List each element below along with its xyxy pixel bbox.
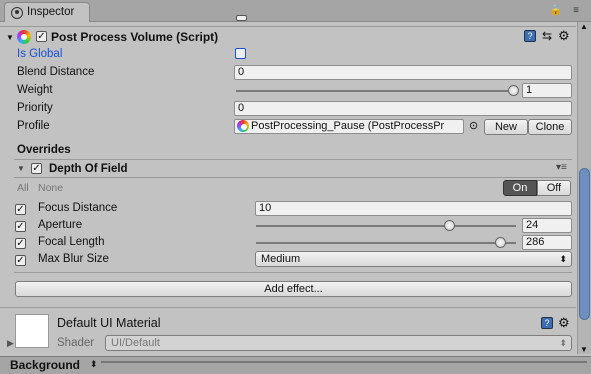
fold-arrow-icon[interactable]: ▼ — [6, 33, 14, 42]
blend-distance-field[interactable]: 0 — [234, 65, 572, 80]
off-button[interactable]: Off — [537, 180, 571, 196]
fold-arrow-icon[interactable]: ▼ — [17, 164, 25, 173]
lock-and-menu-icons[interactable]: 🔒 ≡ — [550, 5, 583, 16]
separator — [14, 272, 572, 273]
separator — [0, 26, 576, 27]
tab-inspector-label: Inspector — [27, 6, 75, 18]
component-title: Post Process Volume (Script) — [51, 30, 219, 44]
weight-field[interactable]: 1 — [522, 83, 572, 98]
material-name: Default UI Material — [57, 316, 161, 330]
cut-checkbox — [236, 15, 247, 21]
separator — [14, 177, 572, 178]
post-process-icon — [17, 30, 31, 44]
focal-length-field[interactable]: 286 — [522, 235, 572, 250]
gear-icon[interactable]: ⚙ — [558, 28, 570, 44]
new-button[interactable]: New — [484, 119, 528, 135]
focus-distance-label: Focus Distance — [38, 202, 118, 214]
max-blur-value: Medium — [261, 253, 301, 265]
scrollbar-thumb[interactable] — [579, 168, 590, 320]
tab-bar: Inspector 🔒 ≡ — [0, 0, 591, 22]
all-toggle[interactable]: All — [17, 181, 29, 195]
max-blur-label: Max Blur Size — [38, 253, 109, 265]
footer-dropdown-icon[interactable]: ⬍ — [90, 359, 98, 370]
profile-label: Profile — [17, 120, 50, 132]
info-icon — [11, 7, 23, 19]
dropdown-arrow-icon: ⬍ — [559, 338, 567, 348]
aperture-field[interactable]: 24 — [522, 218, 572, 233]
weight-label: Weight — [17, 84, 53, 96]
gear-icon[interactable]: ⚙ — [558, 315, 570, 331]
clone-button[interactable]: Clone — [528, 119, 572, 135]
add-effect-button[interactable]: Add effect... — [15, 281, 572, 297]
focal-length-slider-track[interactable] — [256, 242, 516, 244]
on-button[interactable]: On — [503, 180, 537, 196]
focal-length-override-checkbox[interactable]: ✓ — [15, 238, 26, 249]
aperture-slider-track[interactable] — [256, 225, 516, 227]
effect-menu-icon[interactable]: ▾≡ — [556, 162, 567, 173]
tab-inspector[interactable]: Inspector — [4, 2, 90, 22]
focal-length-slider-thumb[interactable] — [495, 237, 507, 248]
aperture-label: Aperture — [38, 219, 83, 231]
expand-arrow-icon[interactable]: ▶ — [7, 338, 14, 349]
priority-label: Priority — [17, 102, 53, 114]
max-blur-override-checkbox[interactable]: ✓ — [15, 255, 26, 266]
blend-distance-label: Blend Distance — [17, 66, 95, 78]
weight-slider-thumb[interactable] — [508, 85, 519, 96]
focus-distance-field[interactable]: 10 — [255, 201, 572, 216]
weight-slider-track[interactable] — [236, 90, 516, 92]
overrides-header: Overrides — [17, 144, 71, 156]
dropdown-arrow-icon: ⬍ — [559, 254, 567, 264]
component-enabled-checkbox[interactable]: ✓ — [36, 31, 47, 42]
profile-value: PostProcessing_Pause (PostProcessPr — [251, 120, 445, 132]
shader-dropdown[interactable]: UI/Default ⬍ — [105, 335, 572, 351]
help-icon[interactable]: ? — [524, 30, 536, 42]
footer-label[interactable]: Background — [10, 358, 80, 372]
scroll-up-icon[interactable]: ▲ — [580, 22, 588, 31]
preset-icon[interactable]: ⇆ — [542, 29, 552, 43]
effect-title: Depth Of Field — [49, 163, 128, 175]
shader-label: Shader — [57, 337, 95, 349]
priority-field[interactable]: 0 — [234, 101, 572, 116]
material-preview — [15, 314, 49, 348]
is-global-label: Is Global — [17, 48, 63, 60]
shader-value: UI/Default — [111, 337, 160, 349]
footer-divider — [101, 361, 587, 363]
aperture-slider-thumb[interactable] — [443, 220, 455, 231]
separator — [0, 307, 576, 308]
help-icon[interactable]: ? — [541, 317, 553, 329]
object-picker-icon[interactable]: ⊙ — [469, 119, 478, 132]
is-global-checkbox[interactable] — [235, 48, 246, 59]
focal-length-label: Focal Length — [38, 236, 105, 248]
effect-enabled-checkbox[interactable]: ✓ — [31, 163, 42, 174]
max-blur-dropdown[interactable]: Medium ⬍ — [255, 251, 572, 267]
profile-asset-icon — [237, 120, 249, 132]
vertical-scrollbar[interactable]: ▲ ▼ — [577, 22, 591, 354]
asset-labels-bar: Background ⬍ — [0, 356, 591, 374]
aperture-override-checkbox[interactable]: ✓ — [15, 221, 26, 232]
focus-distance-override-checkbox[interactable]: ✓ — [15, 204, 26, 215]
none-toggle[interactable]: None — [38, 181, 63, 195]
scroll-down-icon[interactable]: ▼ — [580, 345, 588, 354]
profile-field[interactable]: PostProcessing_Pause (PostProcessPr — [234, 119, 464, 134]
separator — [14, 159, 572, 160]
